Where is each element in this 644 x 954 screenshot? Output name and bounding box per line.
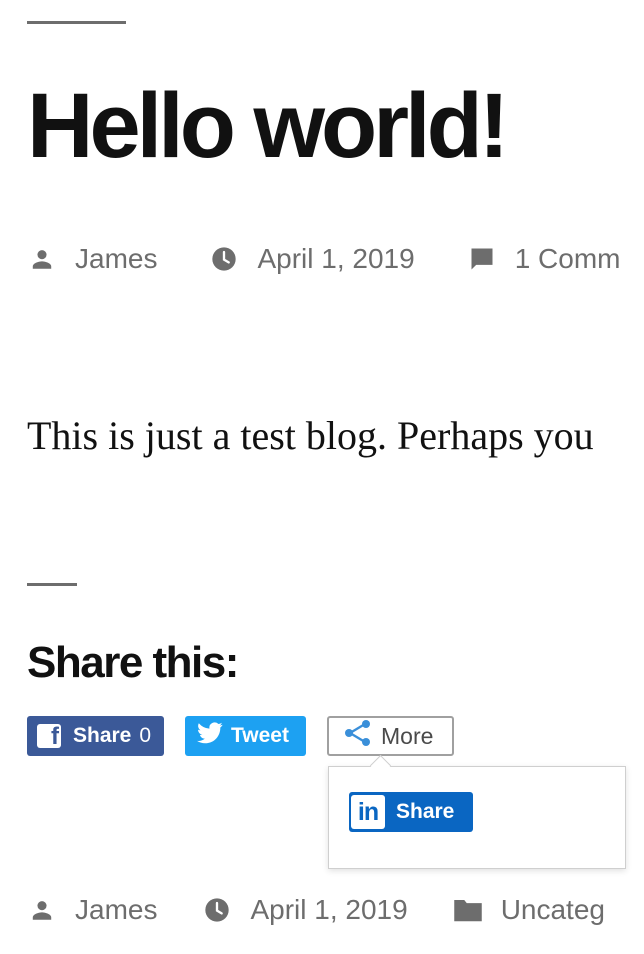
separator-top (27, 21, 126, 24)
author-link[interactable]: James (75, 894, 157, 926)
meta-date: April 1, 2019 (209, 243, 415, 275)
facebook-share-label: Share (73, 724, 132, 747)
post-meta-bottom: James April 1, 2019 Uncateg (27, 894, 605, 926)
post-meta-top: James April 1, 2019 1 Comm (27, 243, 620, 275)
person-icon (27, 244, 57, 274)
linkedin-icon: in (351, 795, 385, 829)
folder-icon (453, 895, 483, 925)
date-link[interactable]: April 1, 2019 (250, 894, 407, 926)
meta-author: James (27, 894, 157, 926)
twitter-bird-icon (197, 722, 231, 750)
share-heading: Share this: (27, 638, 239, 687)
facebook-share-count: 0 (139, 724, 152, 747)
meta-author: James (27, 243, 157, 275)
facebook-share-button[interactable]: f Share 0 (27, 716, 164, 756)
category-link[interactable]: Uncateg (501, 894, 605, 926)
meta-date: April 1, 2019 (202, 894, 408, 926)
person-icon (27, 895, 57, 925)
comments-link[interactable]: 1 Comm (515, 243, 621, 275)
facebook-icon: f (37, 724, 61, 748)
linkedin-share-button[interactable]: in Share (349, 792, 473, 832)
clock-icon (202, 895, 232, 925)
date-link[interactable]: April 1, 2019 (257, 243, 414, 275)
share-nodes-icon (343, 719, 381, 753)
author-link[interactable]: James (75, 243, 157, 275)
clock-icon (209, 244, 239, 274)
more-label: More (381, 722, 434, 749)
meta-category: Uncateg (453, 894, 605, 926)
linkedin-share-label: Share (396, 800, 455, 823)
tweet-button[interactable]: Tweet (185, 716, 306, 756)
more-share-button[interactable]: More (327, 716, 454, 756)
tweet-label: Tweet (231, 724, 289, 747)
meta-comments: 1 Comm (467, 243, 621, 275)
post-excerpt: This is just a test blog. Perhaps you (27, 413, 594, 458)
comment-icon (467, 244, 497, 274)
post-title: Hello world! (27, 75, 509, 177)
separator-share (27, 583, 77, 586)
